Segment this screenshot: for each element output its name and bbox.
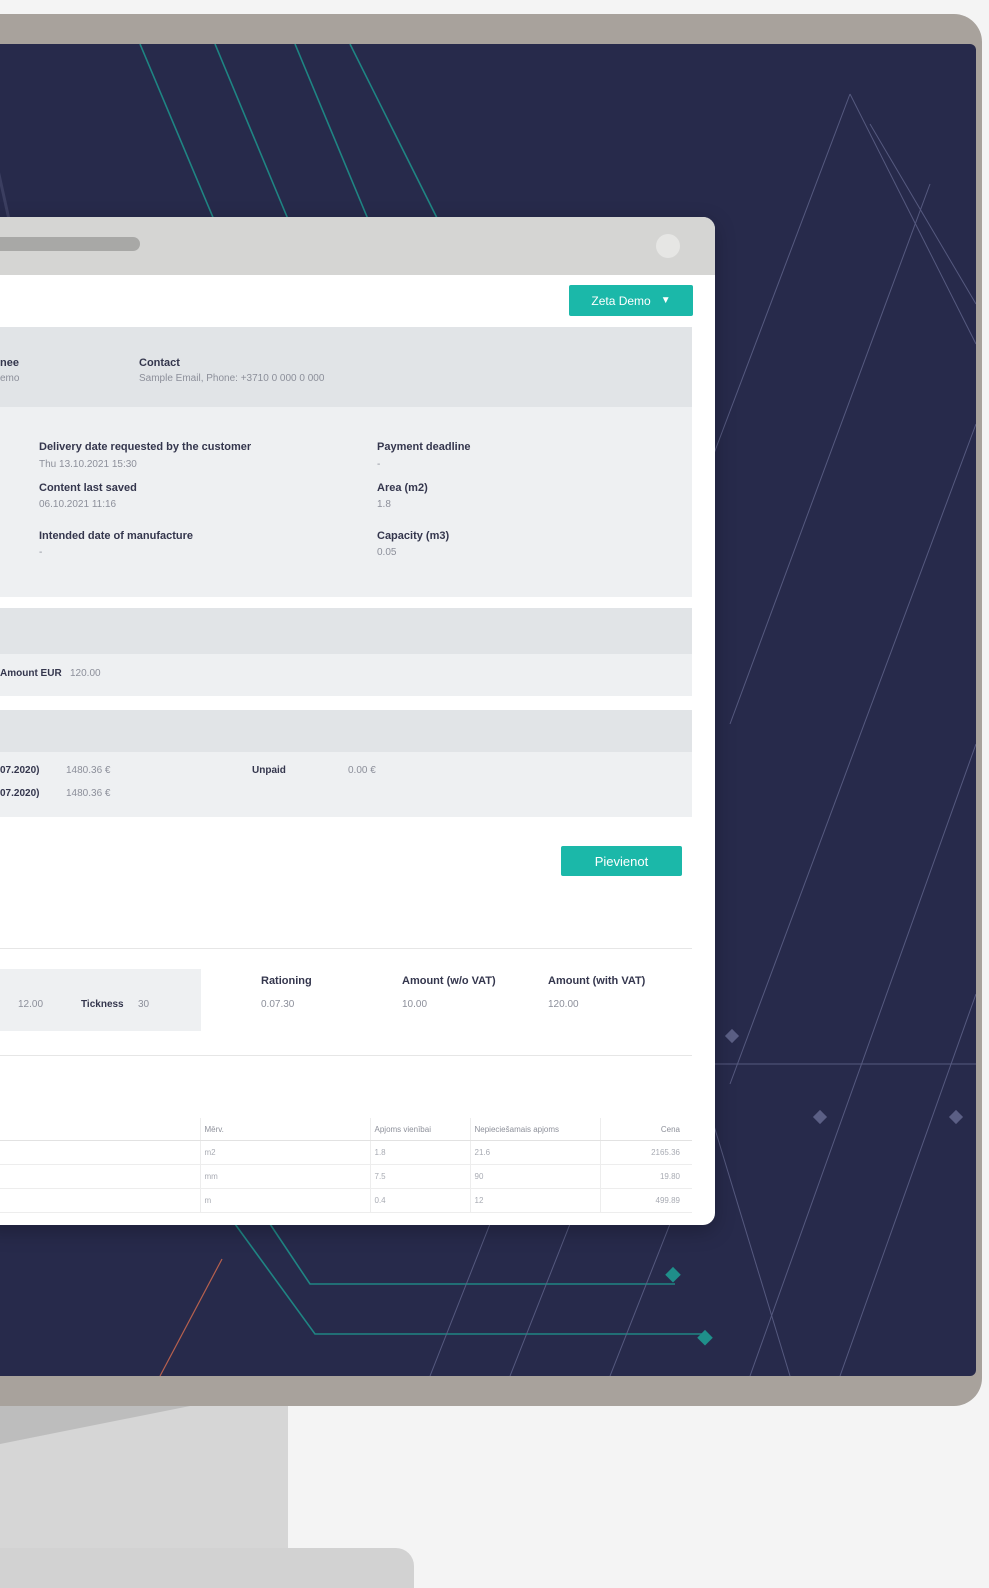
table-cell: m2 [199,1140,370,1165]
table-cell: 2165.36 [599,1140,692,1165]
dimension-value: 12.00 [18,999,44,1010]
amount-vat-label: Amount (with VAT) [548,975,646,987]
chevron-down-icon: ▼ [660,295,671,306]
assignee-label: nee [0,357,19,369]
divider [0,1055,692,1056]
table-cell [0,1140,200,1165]
add-button[interactable]: Pievienot [561,846,682,876]
column-header [0,1118,200,1141]
unpaid-value: 0.00 € [348,765,376,776]
contact-label: Contact [139,357,180,369]
rationing-label: Rationing [261,975,312,987]
amount-novat-value: 10.00 [402,999,428,1010]
manufacture-date-label: Intended date of manufacture [39,530,194,542]
table-cell: 90 [469,1164,600,1189]
column-header-qty-per-unit: Apjoms vienībai [369,1118,470,1141]
user-menu-button[interactable]: Zeta Demo ▼ [569,285,693,316]
unpaid-label: Unpaid [252,765,286,776]
capacity-label: Capacity (m3) [377,530,450,542]
table-cell: m [199,1188,370,1213]
amount-label: Amount EUR [0,668,62,679]
amount-section-header [0,608,692,654]
window-control-dot[interactable] [656,234,680,258]
table-cell: 0.4 [369,1188,470,1213]
table-cell: mm [199,1164,370,1189]
payment-row1-amount: 1480.36 € [66,765,111,776]
payment-row2-amount: 1480.36 € [66,788,111,799]
thickness-label: Tickness [81,999,124,1010]
table-cell: 19.80 [599,1164,692,1189]
app-window: Zeta Demo ▼ nee emo Contact Sample Email… [0,217,715,1225]
table-row[interactable]: m 0.4 12 499.89 [0,1188,692,1213]
table-cell: 12 [469,1188,600,1213]
thickness-value: 30 [138,999,150,1010]
delivery-date-value: Thu 13.10.2021 15:30 [39,459,137,470]
contact-value: Sample Email, Phone: +3710 0 000 0 000 [139,373,325,384]
payment-deadline-value: - [377,459,381,470]
delivery-date-label: Delivery date requested by the customer [39,441,252,453]
area-label: Area (m2) [377,482,428,494]
assignee-value: emo [0,373,20,384]
payment-row1-date: 07.2020) [0,765,40,776]
payments-panel: 07.2020) 1480.36 € 07.2020) 1480.36 € Un… [0,752,692,817]
column-header-required-qty: Nepieciešamais apjoms [469,1118,600,1141]
amount-value: 120.00 [70,668,101,679]
details-panel: Delivery date requested by the customer … [0,407,692,597]
last-saved-label: Content last saved [39,482,137,494]
payments-section-header [0,710,692,752]
table-cell: 499.89 [599,1188,692,1213]
monitor-stand-base [0,1548,414,1588]
user-menu-label: Zeta Demo [591,293,651,308]
table-cell: 1.8 [369,1140,470,1165]
column-header-price: Cena [599,1118,692,1141]
contact-panel: nee emo Contact Sample Email, Phone: +37… [0,327,692,407]
table-cell [0,1188,200,1213]
amount-row: Amount EUR 120.00 [0,654,692,696]
capacity-value: 0.05 [377,547,397,558]
amount-novat-label: Amount (w/o VAT) [402,975,496,987]
specification-table: Mērv. Apjoms vienībai Nepieciešamais apj… [0,1118,692,1213]
address-bar[interactable] [0,237,140,251]
table-cell [0,1164,200,1189]
table-cell: 7.5 [369,1164,470,1189]
last-saved-value: 06.10.2021 11:16 [39,499,117,510]
manufacture-date-value: - [39,547,43,558]
rationing-value: 0.07.30 [261,999,295,1010]
amount-vat-value: 120.00 [548,999,579,1010]
payment-row2-date: 07.2020) [0,788,40,799]
product-dimensions-box: 12.00 Tickness 30 [0,969,201,1031]
table-row[interactable]: m2 1.8 21.6 2165.36 [0,1140,692,1165]
window-titlebar [0,217,715,275]
column-header-unit: Mērv. [199,1118,370,1141]
area-value: 1.8 [377,499,391,510]
table-row[interactable]: mm 7.5 90 19.80 [0,1164,692,1189]
table-header-row: Mērv. Apjoms vienībai Nepieciešamais apj… [0,1118,692,1141]
payment-deadline-label: Payment deadline [377,441,471,453]
table-cell: 21.6 [469,1140,600,1165]
divider [0,948,692,949]
